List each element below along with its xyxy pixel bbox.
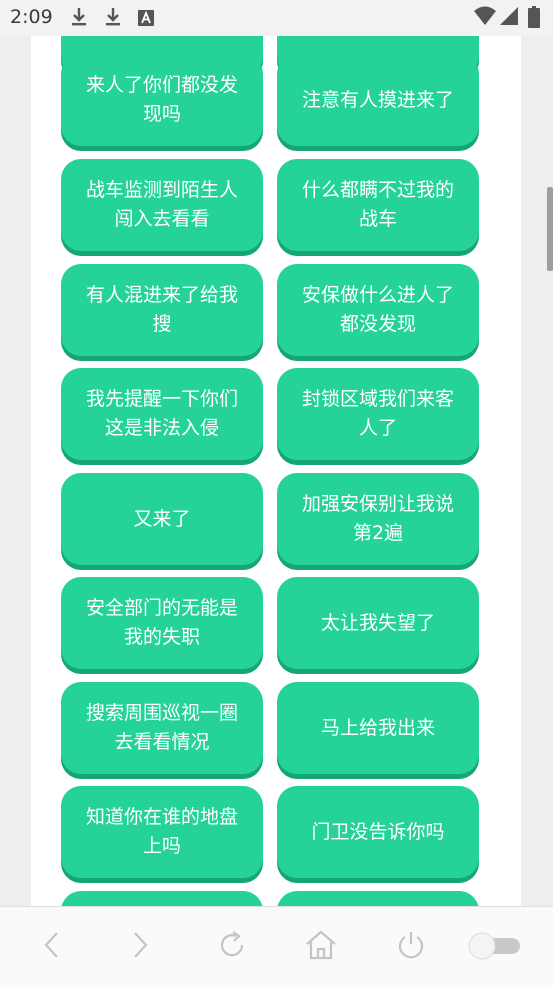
status-time: 2:09 (10, 6, 53, 28)
sound-button[interactable]: 又来了 (61, 473, 263, 565)
power-icon[interactable] (396, 929, 426, 961)
toggle-switch[interactable] (466, 931, 522, 961)
sound-button[interactable]: 门卫没告诉你吗 (277, 786, 479, 878)
sound-button[interactable]: 搜索周围巡视一圈去看看情况 (61, 682, 263, 774)
forward-icon[interactable] (128, 929, 152, 961)
sound-button[interactable]: 战车监测到陌生人闯入去看看 (61, 159, 263, 251)
download-icon (72, 8, 86, 26)
home-icon[interactable] (304, 929, 338, 961)
download-icon (106, 8, 120, 26)
sound-button[interactable]: 封锁区域我们来客人了 (277, 368, 479, 460)
sound-button[interactable]: 太让我失望了 (277, 577, 479, 669)
sound-button[interactable] (277, 891, 479, 906)
sound-button[interactable]: 来人了你们都没发现吗 (61, 54, 263, 146)
bottom-nav (0, 906, 553, 985)
scrollbar[interactable] (547, 187, 553, 271)
font-icon (138, 10, 154, 26)
sound-button[interactable] (61, 891, 263, 906)
wifi-icon (474, 6, 496, 25)
sound-button[interactable]: 加强安保别让我说第2遍 (277, 473, 479, 565)
sound-button[interactable]: 有人混进来了给我搜 (61, 264, 263, 356)
web-view: 来人了你们都没发现吗 注意有人摸进来了 战车监测到陌生人闯入去看看 什么都瞒不过… (0, 36, 553, 906)
sound-button[interactable]: 注意有人摸进来了 (277, 54, 479, 146)
sound-button[interactable]: 我先提醒一下你们这是非法入侵 (61, 368, 263, 460)
refresh-icon[interactable] (216, 929, 248, 961)
signal-icon (500, 7, 518, 25)
sound-button[interactable]: 什么都瞒不过我的战车 (277, 159, 479, 251)
content-area: 来人了你们都没发现吗 注意有人摸进来了 战车监测到陌生人闯入去看看 什么都瞒不过… (31, 36, 521, 906)
sound-button[interactable]: 安全部门的无能是我的失职 (61, 577, 263, 669)
sound-button[interactable]: 安保做什么进人了都没发现 (277, 264, 479, 356)
sound-button[interactable]: 知道你在谁的地盘上吗 (61, 786, 263, 878)
status-bar: 2:09 (0, 0, 553, 36)
back-icon[interactable] (40, 929, 64, 961)
battery-icon (528, 6, 540, 28)
sound-button[interactable]: 马上给我出来 (277, 682, 479, 774)
